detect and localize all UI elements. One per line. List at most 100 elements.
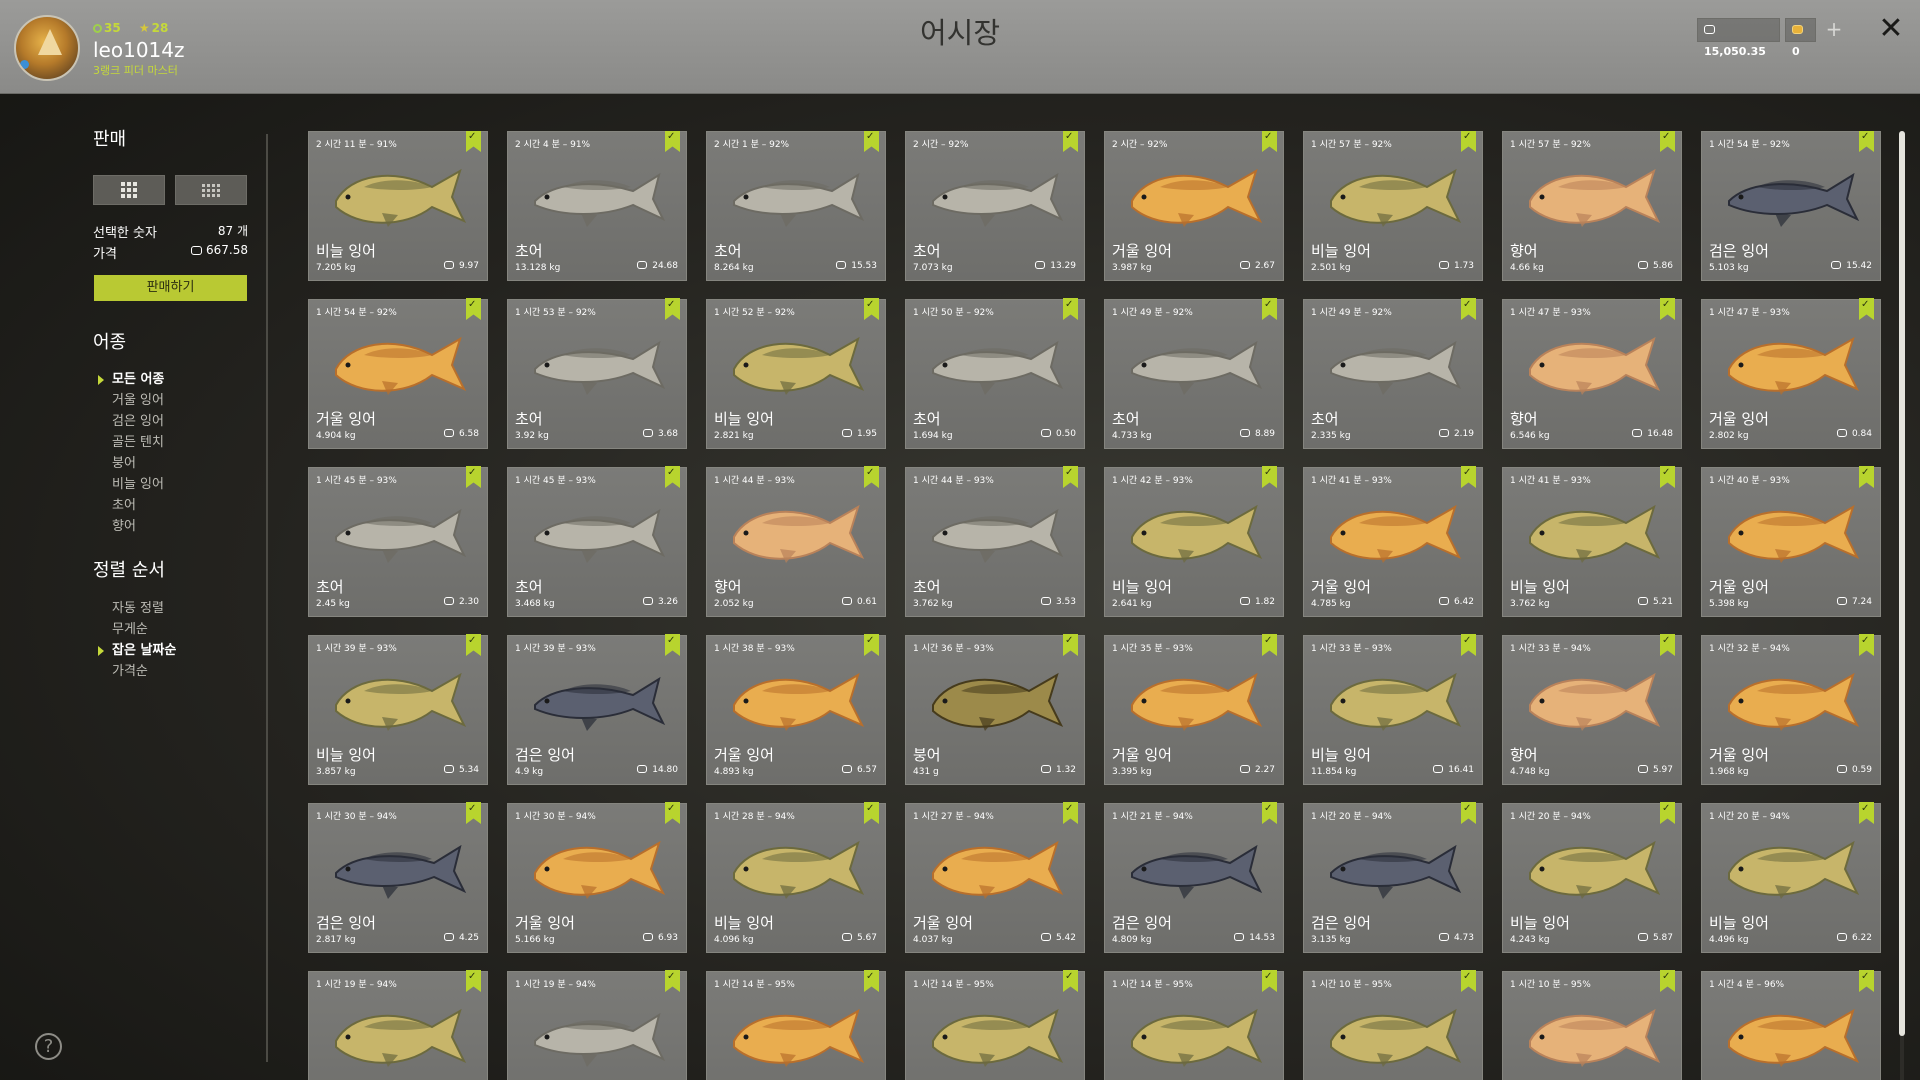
selected-bookmark-icon[interactable]: [665, 298, 680, 320]
selected-bookmark-icon[interactable]: [1660, 466, 1675, 488]
fish-card[interactable]: 1 시간 57 분 – 92% 향어 4.66 kg 5.86: [1502, 131, 1682, 281]
selected-bookmark-icon[interactable]: [665, 970, 680, 992]
selected-bookmark-icon[interactable]: [466, 298, 481, 320]
large-grid-view-button[interactable]: [93, 175, 165, 205]
selected-bookmark-icon[interactable]: [1859, 131, 1874, 152]
selected-bookmark-icon[interactable]: [466, 802, 481, 824]
fish-card[interactable]: 1 시간 47 분 – 93% 거울 잉어 2.802 kg 0.84: [1701, 298, 1881, 449]
fish-card[interactable]: 1 시간 41 분 – 93% 거울 잉어 4.785 kg 6.42: [1303, 466, 1483, 617]
selected-bookmark-icon[interactable]: [1859, 298, 1874, 320]
selected-bookmark-icon[interactable]: [1461, 970, 1476, 992]
selected-bookmark-icon[interactable]: [864, 634, 879, 656]
fish-card[interactable]: 1 시간 57 분 – 92% 비늘 잉어 2.501 kg 1.73: [1303, 131, 1483, 281]
selected-bookmark-icon[interactable]: [864, 802, 879, 824]
selected-bookmark-icon[interactable]: [1859, 466, 1874, 488]
selected-bookmark-icon[interactable]: [1660, 802, 1675, 824]
fish-card[interactable]: 1 시간 44 분 – 93% 향어 2.052 kg 0.61: [706, 466, 886, 617]
selected-bookmark-icon[interactable]: [864, 131, 879, 152]
selected-bookmark-icon[interactable]: [1063, 634, 1078, 656]
close-button[interactable]: ✕: [1874, 12, 1908, 46]
fish-card[interactable]: 1 시간 45 분 – 93% 초어 3.468 kg 3.26: [507, 466, 687, 617]
species-filter-item[interactable]: 붕어: [112, 453, 164, 474]
selected-bookmark-icon[interactable]: [864, 298, 879, 320]
fish-card[interactable]: 1 시간 32 분 – 94% 거울 잉어 1.968 kg 0.59: [1701, 634, 1881, 785]
fish-card[interactable]: 2 시간 1 분 – 92% 초어 8.264 kg 15.53: [706, 131, 886, 281]
selected-bookmark-icon[interactable]: [1660, 298, 1675, 320]
fish-card[interactable]: 1 시간 39 분 – 93% 비늘 잉어 3.857 kg 5.34: [308, 634, 488, 785]
fish-card[interactable]: 2 시간 – 92% 거울 잉어 3.987 kg 2.67: [1104, 131, 1284, 281]
selected-bookmark-icon[interactable]: [466, 466, 481, 488]
fish-card[interactable]: 1 시간 44 분 – 93% 초어 3.762 kg 3.53: [905, 466, 1085, 617]
fish-card[interactable]: 1 시간 50 분 – 92% 초어 1.694 kg 0.50: [905, 298, 1085, 449]
fish-card[interactable]: 1 시간 39 분 – 93% 검은 잉어 4.9 kg 14.80: [507, 634, 687, 785]
selected-bookmark-icon[interactable]: [466, 634, 481, 656]
help-button[interactable]: ?: [35, 1033, 62, 1060]
selected-bookmark-icon[interactable]: [665, 466, 680, 488]
fish-card[interactable]: 1 시간 19 분 – 94%: [507, 970, 687, 1080]
fish-card[interactable]: 1 시간 40 분 – 93% 거울 잉어 5.398 kg 7.24: [1701, 466, 1881, 617]
selected-bookmark-icon[interactable]: [1262, 802, 1277, 824]
fish-card[interactable]: 1 시간 21 분 – 94% 검은 잉어 4.809 kg 14.53: [1104, 802, 1284, 953]
selected-bookmark-icon[interactable]: [1660, 970, 1675, 992]
fish-card[interactable]: 1 시간 52 분 – 92% 비늘 잉어 2.821 kg 1.95: [706, 298, 886, 449]
fish-card[interactable]: 1 시간 36 분 – 93% 붕어 431 g 1.32: [905, 634, 1085, 785]
selected-bookmark-icon[interactable]: [1461, 298, 1476, 320]
selected-bookmark-icon[interactable]: [466, 131, 481, 152]
scrollbar-thumb[interactable]: [1899, 131, 1905, 1036]
selected-bookmark-icon[interactable]: [1262, 634, 1277, 656]
selected-bookmark-icon[interactable]: [1859, 802, 1874, 824]
fish-card[interactable]: 1 시간 53 분 – 92% 초어 3.92 kg 3.68: [507, 298, 687, 449]
fish-card[interactable]: 1 시간 42 분 – 93% 비늘 잉어 2.641 kg 1.82: [1104, 466, 1284, 617]
fish-card[interactable]: 1 시간 30 분 – 94% 거울 잉어 5.166 kg 6.93: [507, 802, 687, 953]
fish-card[interactable]: 1 시간 10 분 – 95%: [1502, 970, 1682, 1080]
fish-card[interactable]: 1 시간 49 분 – 92% 초어 4.733 kg 8.89: [1104, 298, 1284, 449]
selected-bookmark-icon[interactable]: [1063, 802, 1078, 824]
selected-bookmark-icon[interactable]: [1063, 970, 1078, 992]
add-currency-button[interactable]: +: [1822, 18, 1846, 42]
selected-bookmark-icon[interactable]: [864, 466, 879, 488]
fish-card[interactable]: 2 시간 11 분 – 91% 비늘 잉어 7.205 kg 9.97: [308, 131, 488, 281]
selected-bookmark-icon[interactable]: [1461, 802, 1476, 824]
selected-bookmark-icon[interactable]: [1262, 970, 1277, 992]
fish-card[interactable]: 1 시간 33 분 – 94% 향어 4.748 kg 5.97: [1502, 634, 1682, 785]
selected-bookmark-icon[interactable]: [1859, 970, 1874, 992]
fish-card[interactable]: 1 시간 49 분 – 92% 초어 2.335 kg 2.19: [1303, 298, 1483, 449]
fish-card[interactable]: 1 시간 10 분 – 95%: [1303, 970, 1483, 1080]
selected-bookmark-icon[interactable]: [1262, 131, 1277, 152]
species-filter-item[interactable]: 골든 텐치: [112, 432, 164, 453]
species-filter-item[interactable]: 모든 어종: [97, 369, 164, 390]
sort-option[interactable]: 잡은 날짜순: [97, 640, 176, 661]
selected-bookmark-icon[interactable]: [1063, 131, 1078, 152]
sell-button[interactable]: 판매하기: [94, 275, 247, 301]
fish-card[interactable]: 1 시간 14 분 – 95%: [905, 970, 1085, 1080]
sort-option[interactable]: 무게순: [112, 619, 176, 640]
selected-bookmark-icon[interactable]: [1063, 298, 1078, 320]
fish-card[interactable]: 2 시간 4 분 – 91% 초어 13.128 kg 24.68: [507, 131, 687, 281]
selected-bookmark-icon[interactable]: [1461, 131, 1476, 152]
fish-card[interactable]: 1 시간 38 분 – 93% 거울 잉어 4.893 kg 6.57: [706, 634, 886, 785]
fish-card[interactable]: 1 시간 4 분 – 96%: [1701, 970, 1881, 1080]
species-filter-item[interactable]: 검은 잉어: [112, 411, 164, 432]
selected-bookmark-icon[interactable]: [1660, 131, 1675, 152]
fish-card[interactable]: 1 시간 20 분 – 94% 검은 잉어 3.135 kg 4.73: [1303, 802, 1483, 953]
selected-bookmark-icon[interactable]: [864, 970, 879, 992]
selected-bookmark-icon[interactable]: [1262, 466, 1277, 488]
selected-bookmark-icon[interactable]: [1859, 634, 1874, 656]
selected-bookmark-icon[interactable]: [466, 970, 481, 992]
selected-bookmark-icon[interactable]: [665, 131, 680, 152]
species-filter-item[interactable]: 비늘 잉어: [112, 474, 164, 495]
selected-bookmark-icon[interactable]: [1660, 634, 1675, 656]
fish-card[interactable]: 1 시간 14 분 – 95%: [706, 970, 886, 1080]
species-filter-item[interactable]: 거울 잉어: [112, 390, 164, 411]
fish-card[interactable]: 1 시간 19 분 – 94%: [308, 970, 488, 1080]
selected-bookmark-icon[interactable]: [1262, 298, 1277, 320]
fish-card[interactable]: 1 시간 14 분 – 95%: [1104, 970, 1284, 1080]
fish-card[interactable]: 1 시간 35 분 – 93% 거울 잉어 3.395 kg 2.27: [1104, 634, 1284, 785]
fish-card[interactable]: 1 시간 28 분 – 94% 비늘 잉어 4.096 kg 5.67: [706, 802, 886, 953]
selected-bookmark-icon[interactable]: [1461, 634, 1476, 656]
fish-card[interactable]: 1 시간 41 분 – 93% 비늘 잉어 3.762 kg 5.21: [1502, 466, 1682, 617]
fish-card[interactable]: 2 시간 – 92% 초어 7.073 kg 13.29: [905, 131, 1085, 281]
fish-card[interactable]: 1 시간 30 분 – 94% 검은 잉어 2.817 kg 4.25: [308, 802, 488, 953]
fish-card[interactable]: 1 시간 47 분 – 93% 향어 6.546 kg 16.48: [1502, 298, 1682, 449]
small-grid-view-button[interactable]: [175, 175, 247, 205]
